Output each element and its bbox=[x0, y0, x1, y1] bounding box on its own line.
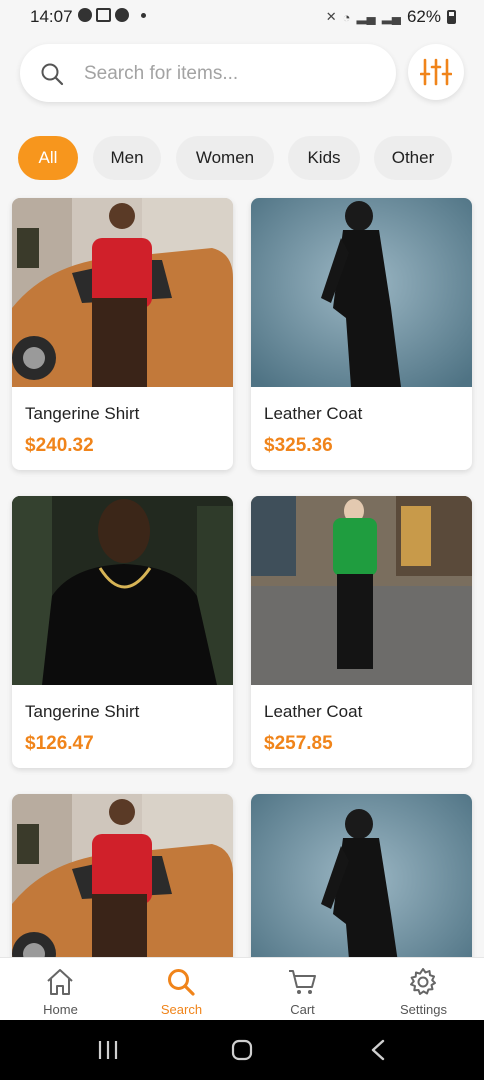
product-price: $240.32 bbox=[25, 435, 94, 456]
search-bar[interactable] bbox=[20, 44, 396, 102]
signal-2-icon: ▂▄ bbox=[381, 9, 401, 24]
product-name: Tangerine Shirt bbox=[25, 702, 140, 721]
product-price: $126.47 bbox=[25, 733, 94, 754]
telegram-icon bbox=[78, 8, 92, 22]
product-name: Leather Coat bbox=[264, 404, 363, 423]
nav-cart-label: Cart bbox=[290, 1002, 315, 1017]
home-icon bbox=[47, 969, 73, 995]
nav-cart[interactable]: Cart bbox=[242, 958, 363, 1021]
status-time: 14:07 bbox=[30, 7, 73, 26]
product-card[interactable]: Tangerine Shirt $126.47 bbox=[12, 496, 233, 768]
notification-icons bbox=[78, 8, 146, 22]
back-icon[interactable] bbox=[370, 1039, 386, 1061]
recent-apps-icon[interactable] bbox=[97, 1040, 119, 1060]
product-image bbox=[251, 198, 472, 387]
chip-other[interactable]: Other bbox=[374, 136, 452, 180]
product-name: Leather Coat bbox=[264, 702, 363, 721]
product-card[interactable]: Leather Coat $257.85 bbox=[251, 496, 472, 768]
product-image bbox=[12, 794, 233, 983]
product-card[interactable]: Tangerine Shirt $240.32 bbox=[12, 198, 233, 470]
product-name: Tangerine Shirt bbox=[25, 404, 140, 423]
chip-women[interactable]: Women bbox=[176, 136, 274, 180]
product-card[interactable]: Leather Coat $325.36 bbox=[251, 198, 472, 470]
bottom-navigation: Home Search Cart Settings bbox=[0, 957, 484, 1021]
product-image bbox=[12, 198, 233, 387]
product-price: $257.85 bbox=[264, 733, 333, 754]
nav-search[interactable]: Search bbox=[121, 958, 242, 1021]
nav-settings-label: Settings bbox=[400, 1002, 447, 1017]
chat-icon bbox=[115, 8, 129, 22]
system-navigation-bar bbox=[0, 1020, 484, 1080]
home-button-icon[interactable] bbox=[231, 1039, 253, 1061]
search-input[interactable] bbox=[82, 58, 386, 90]
product-image bbox=[12, 496, 233, 685]
nav-home-label: Home bbox=[43, 1002, 78, 1017]
chip-men[interactable]: Men bbox=[93, 136, 161, 180]
nav-settings[interactable]: Settings bbox=[363, 958, 484, 1021]
nav-home[interactable]: Home bbox=[0, 958, 121, 1021]
nav-search-label: Search bbox=[160, 1002, 203, 1017]
search-icon bbox=[41, 63, 64, 86]
battery-icon bbox=[447, 10, 456, 24]
status-bar: 14:07 ✕ ◔ ▂▄ ▂▄ 62% bbox=[0, 0, 484, 34]
status-right: ✕ ◔ ▂▄ ▂▄ 62% bbox=[326, 7, 456, 27]
signal-icon: ▂▄ bbox=[356, 9, 376, 24]
gear-icon bbox=[410, 968, 436, 995]
cart-icon bbox=[289, 970, 316, 994]
product-image bbox=[251, 794, 472, 983]
filter-button[interactable] bbox=[408, 44, 464, 100]
sliders-icon bbox=[420, 58, 452, 86]
more-notifications-icon bbox=[141, 12, 146, 18]
wifi-icon: ◔ bbox=[342, 9, 351, 25]
news-icon bbox=[96, 8, 111, 22]
battery-percent: 62% bbox=[406, 7, 441, 26]
product-image bbox=[251, 496, 472, 685]
product-price: $325.36 bbox=[264, 435, 333, 456]
search-icon bbox=[168, 969, 195, 996]
chip-kids[interactable]: Kids bbox=[288, 136, 360, 180]
mute-icon: ✕ bbox=[325, 9, 337, 24]
chip-all[interactable]: All bbox=[18, 136, 78, 180]
